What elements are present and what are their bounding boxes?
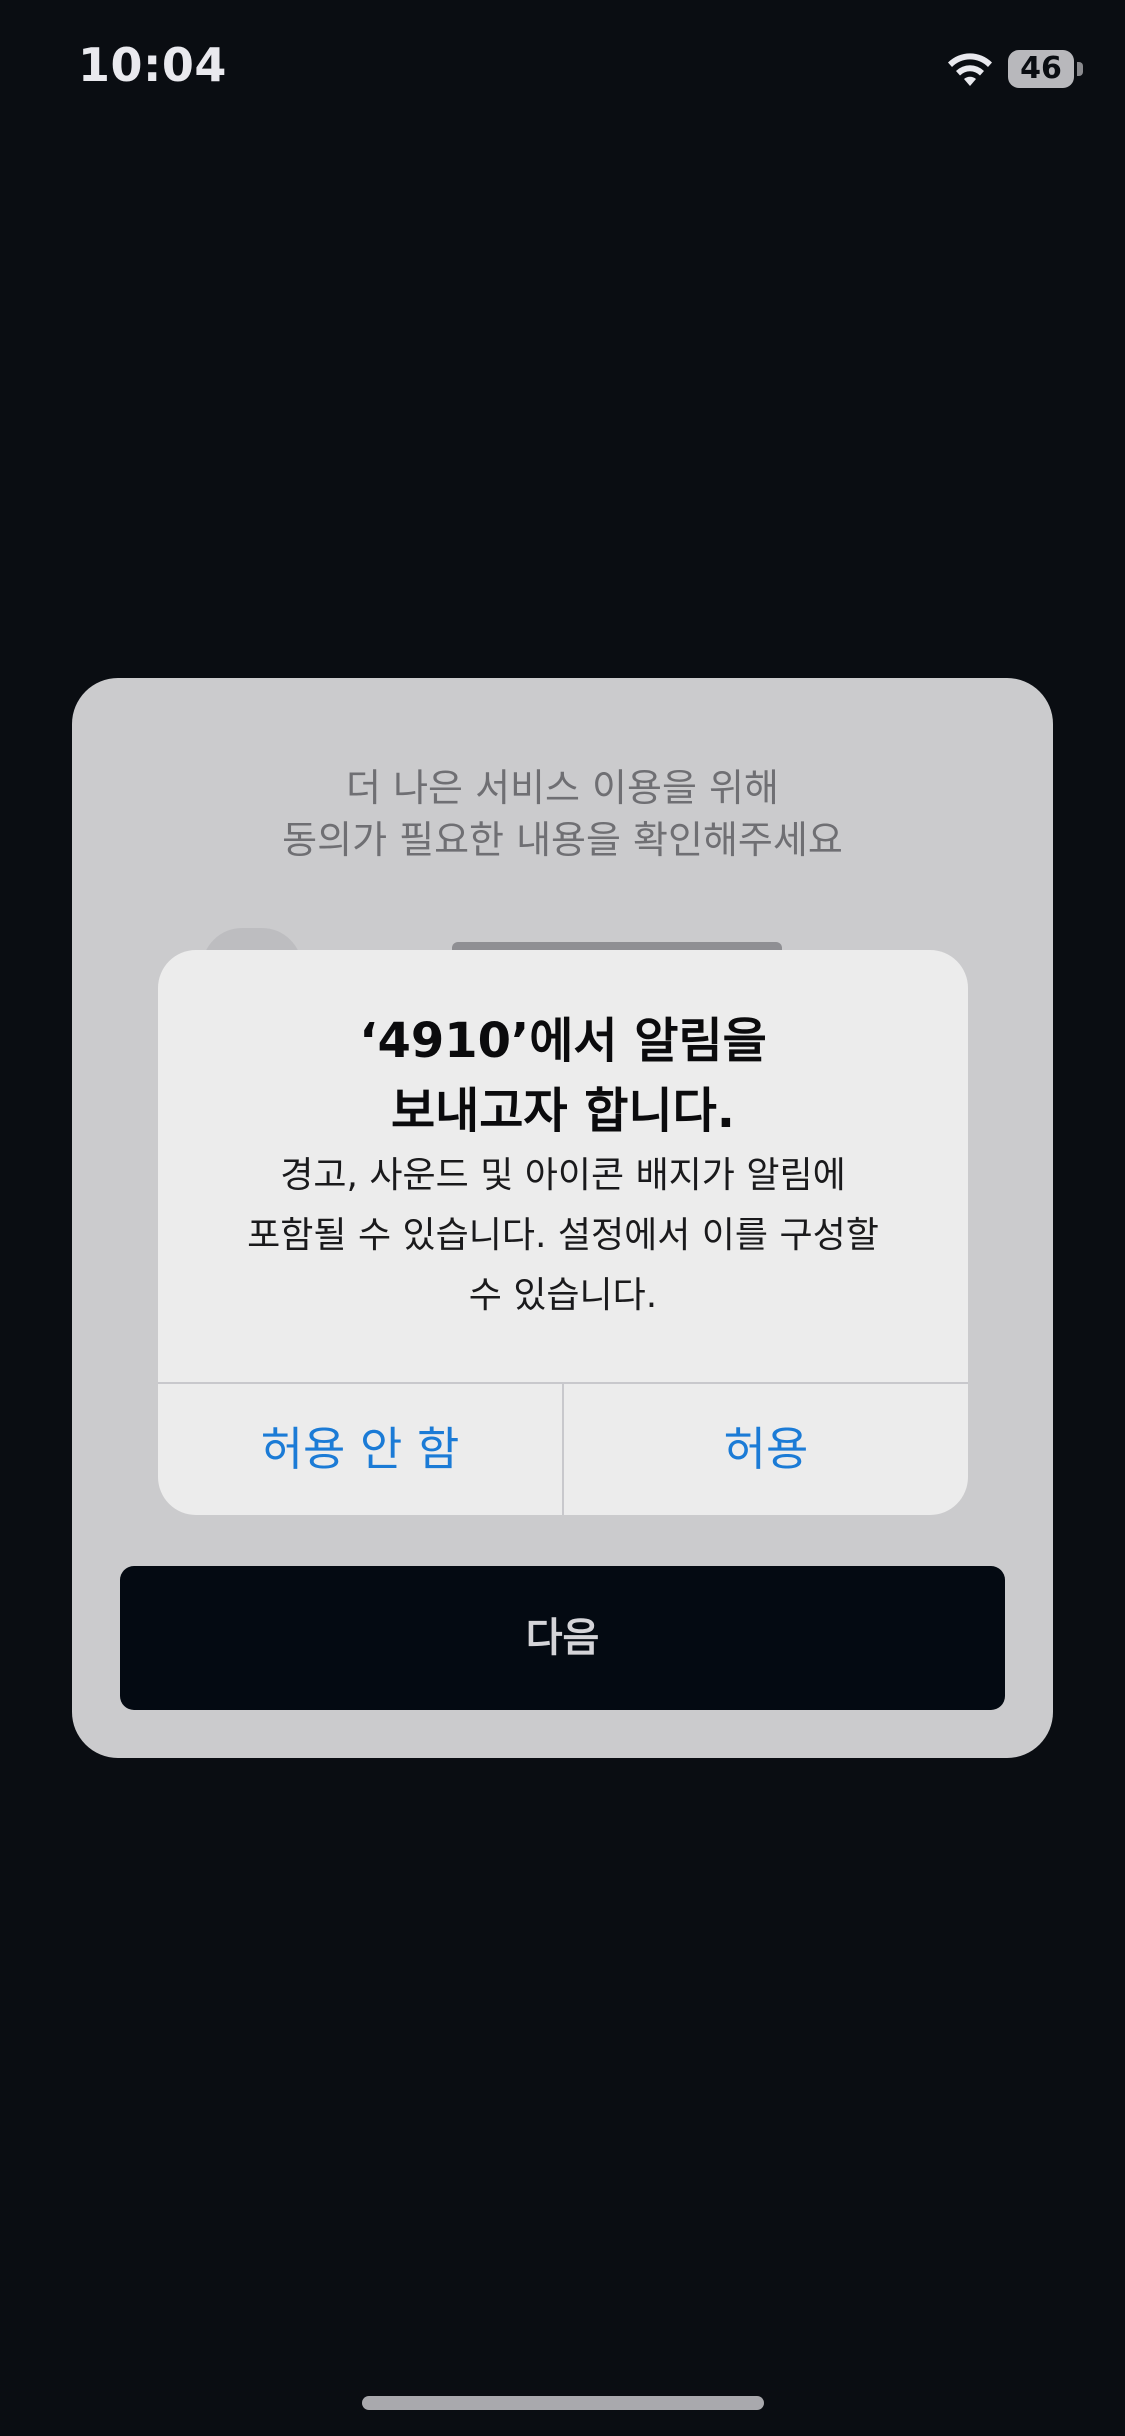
status-time: 10:04 [78,38,227,92]
status-bar: 10:04 46 [0,0,1125,140]
next-button[interactable]: 다음 [120,1566,1005,1710]
home-indicator[interactable] [362,2396,764,2410]
battery-cap [1077,62,1083,76]
alert-title-line-1: ‘4910’에서 알림을 [359,1013,767,1069]
alert-message-line-3: 수 있습니다. [468,1275,658,1316]
battery-indicator: 46 [1008,50,1074,88]
card-subtitle-line-2: 동의가 필요한 내용을 확인해주세요 [282,818,843,862]
alert-title-line-2: 보내고자 합니다. [390,1083,736,1139]
wifi-icon [948,53,992,86]
card-subtitle-line-1: 더 나은 서비스 이용을 위해 [346,766,779,810]
alert-title: ‘4910’에서 알림을 보내고자 합니다. [158,1006,968,1146]
card-subtitle: 더 나은 서비스 이용을 위해 동의가 필요한 내용을 확인해주세요 [72,762,1053,866]
notification-permission-alert: ‘4910’에서 알림을 보내고자 합니다. 경고, 사운드 및 아이콘 배지가… [158,950,968,1515]
dont-allow-button[interactable]: 허용 안 함 [158,1384,562,1515]
alert-message: 경고, 사운드 및 아이콘 배지가 알림에 포함될 수 있습니다. 설정에서 이… [158,1146,968,1326]
alert-message-line-2: 포함될 수 있습니다. 설정에서 이를 구성할 [247,1215,879,1256]
allow-button[interactable]: 허용 [564,1384,968,1515]
alert-message-line-1: 경고, 사운드 및 아이콘 배지가 알림에 [280,1155,846,1196]
